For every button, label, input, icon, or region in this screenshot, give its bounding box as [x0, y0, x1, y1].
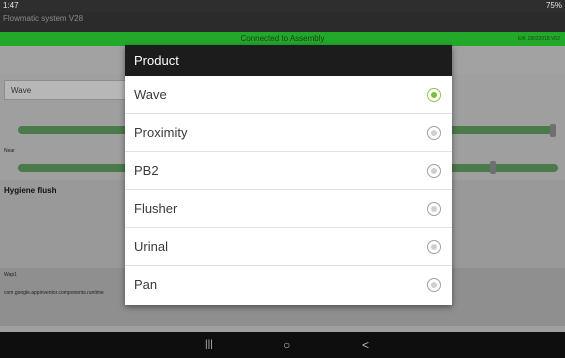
radio-unselected-icon[interactable] — [427, 240, 441, 254]
option-label: Pan — [134, 277, 158, 292]
status-bar: 1:47 75% — [0, 0, 565, 12]
radio-selected-icon[interactable] — [427, 88, 441, 102]
option-pb2[interactable]: PB2 — [125, 152, 452, 190]
option-pan[interactable]: Pan — [125, 266, 452, 304]
nav-bar: ||| ○ < — [0, 332, 565, 358]
option-label: Urinal — [134, 239, 168, 254]
log-line: Wap1 — [4, 272, 17, 278]
slider-thumb-2[interactable] — [490, 161, 496, 174]
back-button[interactable]: < — [362, 338, 369, 352]
option-flusher[interactable]: Flusher — [125, 190, 452, 228]
option-proximity[interactable]: Proximity — [125, 114, 452, 152]
recent-apps-button[interactable]: ||| — [205, 338, 213, 352]
radio-unselected-icon[interactable] — [427, 278, 441, 292]
option-urinal[interactable]: Urinal — [125, 228, 452, 266]
slider-thumb-1[interactable] — [550, 124, 556, 137]
option-label: Wave — [134, 87, 167, 102]
option-label: Proximity — [134, 125, 188, 140]
dialog-title: Product — [125, 45, 452, 76]
radio-unselected-icon[interactable] — [427, 202, 441, 216]
option-label: Flusher — [134, 201, 178, 216]
status-time: 1:47 — [3, 1, 19, 10]
battery-level: 75% — [545, 1, 562, 10]
log-line: com.google.appinventor.components.runtim… — [4, 290, 104, 296]
option-label: PB2 — [134, 163, 159, 178]
hygiene-title: Hygiene flush — [4, 186, 57, 195]
version-label: EIK 18032018.V02 — [518, 36, 560, 42]
product-dialog: Product Wave Proximity PB2 Flusher Urina… — [125, 45, 452, 305]
radio-unselected-icon[interactable] — [427, 164, 441, 178]
home-button[interactable]: ○ — [283, 338, 290, 352]
connection-bar: Connected to Assembly EIK 18032018.V02 — [0, 32, 565, 46]
app-title: Flowmatic system V28 — [0, 12, 565, 32]
product-select[interactable]: Wave — [4, 80, 127, 100]
option-wave[interactable]: Wave — [125, 76, 452, 114]
radio-unselected-icon[interactable] — [427, 126, 441, 140]
near-label: Near — [4, 148, 15, 154]
connection-status: Connected to Assembly — [240, 34, 325, 43]
